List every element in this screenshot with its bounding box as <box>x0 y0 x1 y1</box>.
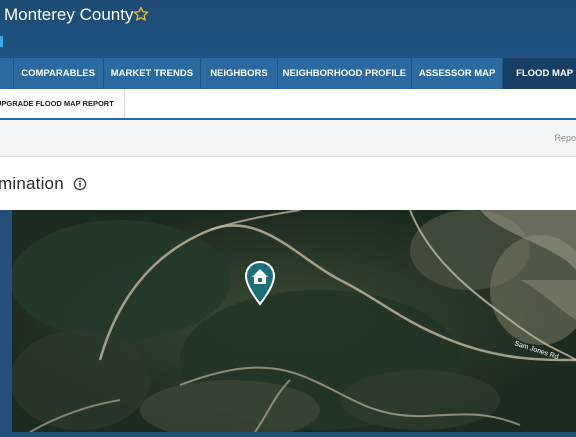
tab-market-trends[interactable]: MARKET TRENDS <box>104 58 202 89</box>
report-link[interactable]: Repo <box>554 133 576 143</box>
satellite-imagery: Sam Jones Rd <box>0 209 576 437</box>
section-title: mination <box>0 174 64 193</box>
info-icon[interactable] <box>73 177 87 191</box>
tab-flood-map[interactable]: FLOOD MAP <box>503 58 576 89</box>
header-accent <box>0 36 3 47</box>
tab-comparables[interactable]: COMPARABLES <box>14 58 104 89</box>
sub-nav: UPGRADE FLOOD MAP REPORT <box>0 89 576 119</box>
upgrade-flood-map-label: UPGRADE FLOOD MAP REPORT <box>0 99 114 108</box>
star-outline-icon[interactable] <box>133 6 149 22</box>
flood-map[interactable]: Sam Jones Rd <box>0 209 576 437</box>
toolbar <box>0 120 576 157</box>
main-nav: COMPARABLES MARKET TRENDS NEIGHBORS NEIG… <box>0 58 576 89</box>
upgrade-flood-map-tab[interactable]: UPGRADE FLOOD MAP REPORT <box>0 89 125 118</box>
tab-neighborhood-profile[interactable]: NEIGHBORHOOD PROFILE <box>278 58 413 89</box>
tab-neighbors[interactable]: NEIGHBORS <box>201 58 278 89</box>
tab-assessor-map[interactable]: ASSESSOR MAP <box>412 58 504 89</box>
home-map-marker-icon[interactable] <box>244 260 276 306</box>
map-left-edge <box>0 210 12 432</box>
app-header: Monterey County <box>0 0 576 58</box>
page-title: Monterey County <box>4 5 134 24</box>
tab-overflow[interactable] <box>0 58 14 89</box>
